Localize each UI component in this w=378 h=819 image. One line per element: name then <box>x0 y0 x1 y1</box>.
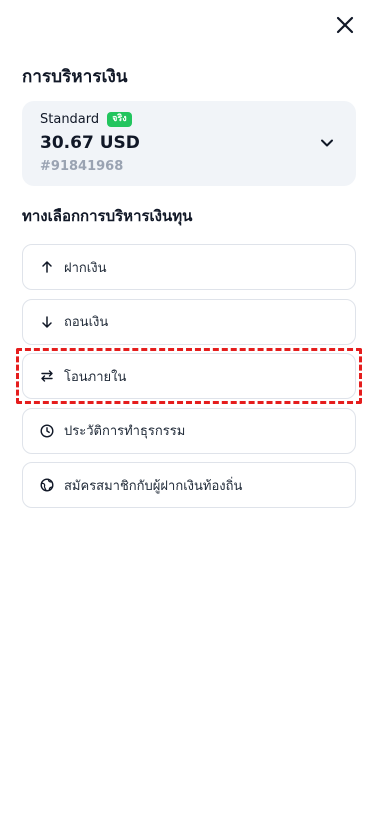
option-label: ประวัติการทำธุรกรรม <box>64 424 186 439</box>
account-number: #91841968 <box>40 159 124 174</box>
account-type: Standard <box>40 112 100 127</box>
transfer-arrows-icon <box>39 368 55 384</box>
section-title: ทางเลือกการบริหารเงินทุน <box>22 207 193 225</box>
option-label: สมัครสมาชิกกับผู้ฝากเงินท้องถิ่น <box>64 478 243 494</box>
chevron-down-icon[interactable] <box>318 134 336 152</box>
arrow-down-icon <box>39 314 55 330</box>
option-label: ถอนเงิน <box>64 315 109 330</box>
option-withdraw[interactable]: ถอนเงิน <box>22 298 356 345</box>
account-balance: 30.67 USD <box>40 133 140 153</box>
option-internal-transfer[interactable]: โอนภายใน <box>16 348 362 404</box>
account-selector[interactable]: Standard จริง 30.67 USD #91841968 <box>22 101 356 186</box>
close-icon <box>336 16 354 38</box>
page-title: การบริหารเงิน <box>22 67 128 87</box>
arrow-up-icon <box>39 259 55 275</box>
globe-icon <box>39 477 55 493</box>
option-label: โอนภายใน <box>64 369 127 385</box>
funding-options-list: ฝากเงิน ถอนเงิน โอนภายใน ประวัติการทำธุร… <box>16 244 362 517</box>
close-button[interactable] <box>332 14 358 40</box>
option-transaction-history[interactable]: ประวัติการทำธุรกรรม <box>22 407 356 454</box>
option-label: ฝากเงิน <box>64 260 107 276</box>
option-local-depositor[interactable]: สมัครสมาชิกกับผู้ฝากเงินท้องถิ่น <box>22 462 356 508</box>
account-status-badge: จริง <box>107 112 132 127</box>
option-deposit[interactable]: ฝากเงิน <box>22 244 356 290</box>
clock-icon <box>39 423 55 439</box>
